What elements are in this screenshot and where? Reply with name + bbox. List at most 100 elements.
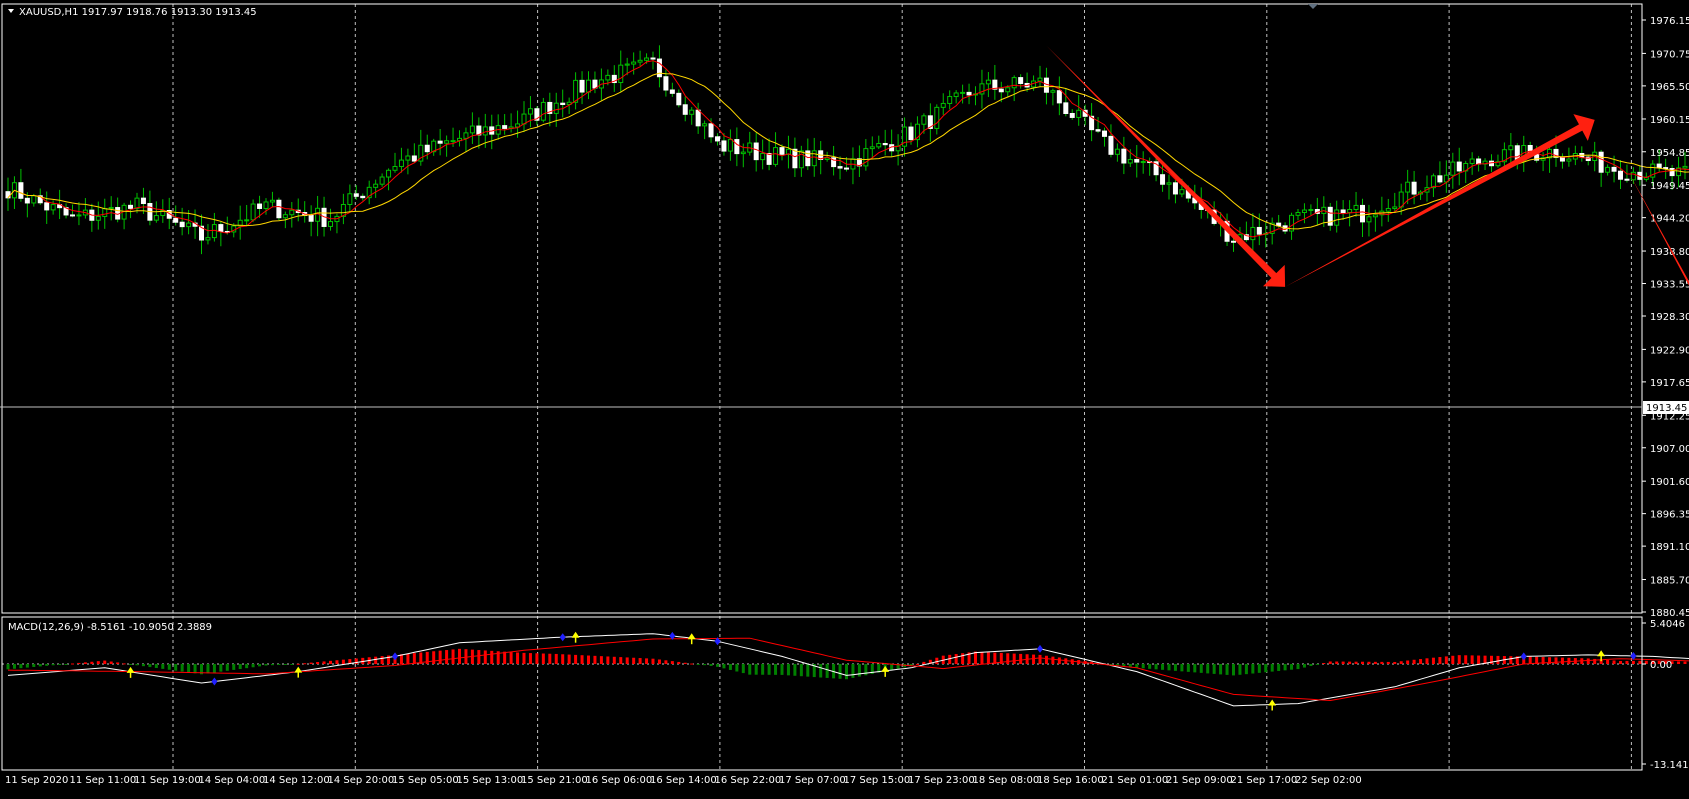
macd-histogram-bar bbox=[1496, 656, 1499, 664]
macd-histogram-bar bbox=[606, 656, 609, 664]
macd-histogram-bar bbox=[1406, 661, 1409, 664]
candle-body bbox=[1354, 205, 1358, 209]
candle-body bbox=[683, 105, 687, 115]
macd-histogram-bar bbox=[1122, 664, 1125, 666]
macd-histogram-bar bbox=[290, 664, 293, 665]
candle-body bbox=[696, 110, 700, 126]
time-axis-label: 21 Sep 17:00 bbox=[1231, 775, 1298, 786]
candle-body bbox=[96, 216, 100, 220]
macd-histogram-bar bbox=[277, 664, 280, 665]
macd-histogram-bar bbox=[1290, 664, 1293, 670]
candle-body bbox=[1599, 152, 1603, 172]
candle-body bbox=[645, 58, 649, 60]
candle-body bbox=[1128, 160, 1132, 163]
time-axis-label: 21 Sep 09:00 bbox=[1166, 775, 1233, 786]
macd-histogram-bar bbox=[555, 654, 558, 664]
macd-histogram-bar bbox=[1193, 664, 1196, 672]
macd-histogram-bar bbox=[232, 664, 235, 670]
macd-histogram-bar bbox=[1413, 660, 1416, 664]
macd-histogram-bar bbox=[1245, 664, 1248, 674]
candle-body bbox=[741, 152, 745, 154]
macd-axis-label: -13.1416 bbox=[1650, 760, 1689, 771]
macd-histogram-bar bbox=[129, 664, 132, 665]
macd-histogram-bar bbox=[116, 662, 119, 664]
price-axis-label: 1965.50 bbox=[1650, 82, 1689, 93]
macd-histogram-bar bbox=[97, 661, 100, 664]
candle-body bbox=[561, 103, 565, 104]
candle-body bbox=[483, 127, 487, 135]
macd-histogram-bar bbox=[19, 664, 22, 668]
candle-body bbox=[657, 59, 661, 77]
candle-body bbox=[464, 133, 468, 138]
candle-body bbox=[451, 141, 455, 142]
candle-body bbox=[632, 62, 636, 64]
time-axis-label: 17 Sep 07:00 bbox=[779, 775, 846, 786]
macd-histogram-bar bbox=[858, 664, 861, 677]
candle-body bbox=[799, 151, 803, 168]
macd-histogram-bar bbox=[613, 657, 616, 664]
macd-histogram-bar bbox=[13, 664, 16, 669]
macd-histogram-bar bbox=[123, 663, 126, 664]
candle-body bbox=[1670, 168, 1674, 175]
macd-histogram-bar bbox=[32, 664, 35, 667]
candle-body bbox=[845, 168, 849, 169]
macd-histogram-bar bbox=[1058, 657, 1061, 664]
macd-histogram-bar bbox=[851, 664, 854, 678]
candle-body bbox=[948, 97, 952, 104]
candle-body bbox=[606, 75, 610, 80]
price-axis-label: 1933.55 bbox=[1650, 280, 1689, 291]
candle-body bbox=[393, 167, 397, 171]
time-axis-label: 14 Sep 04:00 bbox=[199, 775, 266, 786]
candle-body bbox=[774, 148, 778, 165]
chart-window[interactable]: 1976.151970.751965.501960.151954.851949.… bbox=[0, 0, 1689, 795]
macd-histogram-bar bbox=[168, 664, 171, 670]
macd-histogram-bar bbox=[1477, 656, 1480, 664]
candle-body bbox=[619, 65, 623, 82]
macd-histogram-bar bbox=[987, 652, 990, 664]
macd-histogram-bar bbox=[1355, 662, 1358, 664]
time-axis-label: 16 Sep 22:00 bbox=[715, 775, 782, 786]
macd-histogram-bar bbox=[310, 663, 313, 664]
macd-histogram-bar bbox=[1625, 661, 1628, 664]
macd-histogram-bar bbox=[619, 657, 622, 664]
candle-body bbox=[187, 223, 191, 227]
macd-histogram-bar bbox=[1258, 664, 1261, 673]
macd-histogram-bar bbox=[194, 664, 197, 673]
macd-histogram-bar bbox=[1168, 664, 1171, 670]
candle-body bbox=[651, 58, 655, 59]
price-axis-label: 1885.70 bbox=[1650, 576, 1689, 587]
candle-body bbox=[1393, 207, 1397, 209]
macd-histogram-bar bbox=[516, 652, 519, 664]
macd-histogram-bar bbox=[710, 664, 713, 666]
candle-body bbox=[1367, 217, 1371, 222]
current-price-value: 1913.45 bbox=[1646, 403, 1687, 414]
macd-histogram-bar bbox=[258, 664, 261, 666]
macd-histogram-bar bbox=[974, 652, 977, 664]
macd-histogram-bar bbox=[90, 662, 93, 664]
macd-histogram-bar bbox=[1251, 664, 1254, 674]
candle-body bbox=[554, 103, 558, 113]
price-axis-label: 1960.15 bbox=[1650, 115, 1689, 126]
time-axis-label: 11 Sep 2020 bbox=[5, 775, 68, 786]
chart-canvas[interactable]: 1976.151970.751965.501960.151954.851949.… bbox=[0, 0, 1689, 795]
macd-histogram-bar bbox=[1322, 663, 1325, 664]
candle-body bbox=[1412, 182, 1416, 194]
macd-histogram-bar bbox=[890, 664, 893, 670]
macd-histogram-bar bbox=[684, 663, 687, 664]
macd-histogram-bar bbox=[413, 653, 416, 664]
candle-body bbox=[761, 154, 765, 160]
candle-body bbox=[1006, 88, 1010, 92]
candle-body bbox=[587, 80, 591, 92]
candle-body bbox=[1335, 210, 1339, 225]
macd-histogram-bar bbox=[252, 664, 255, 667]
macd-histogram-bar bbox=[1529, 657, 1532, 664]
macd-histogram-bar bbox=[1019, 654, 1022, 664]
candle-body bbox=[219, 225, 223, 232]
candle-body bbox=[45, 203, 49, 210]
macd-histogram-bar bbox=[71, 663, 74, 664]
candle-body bbox=[909, 127, 913, 140]
candle-body bbox=[1309, 210, 1313, 211]
candle-body bbox=[1451, 162, 1455, 175]
macd-histogram-bar bbox=[239, 664, 242, 669]
candle-body bbox=[19, 183, 23, 199]
